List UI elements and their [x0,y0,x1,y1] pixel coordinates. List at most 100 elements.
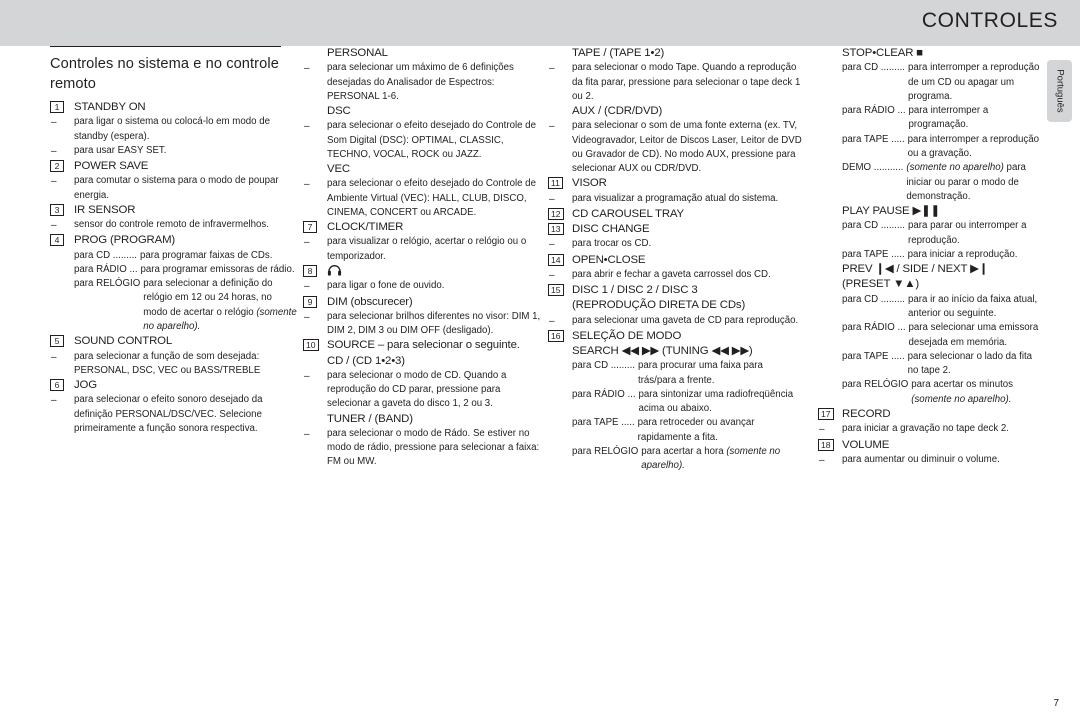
bullet-dash-marker: – [303,310,327,325]
item-heading: VEC [327,163,350,176]
item-heading: OPEN•CLOSE [572,253,646,266]
manual-item: 9 DIM (obscurecer) – para selecionar brilho… [303,295,541,339]
definition-row: para RELÓGIO para acertar os minutos (som… [842,378,1043,407]
definition-term: DEMO ........... [842,162,904,174]
item-number-box: 3 [50,203,64,216]
definition-description: para procurar uma faixa para trás/para a… [638,360,763,386]
item-heading-row: TAPE / (TAPE 1•2) [548,46,803,61]
item-heading-body: IR SENSOR [74,203,298,218]
item-bullet-row: – para selecionar um máximo de 6 definiçõ… [303,61,541,104]
item-heading: PLAY PAUSE ▶❚❚ [842,205,940,218]
bullet-text: para comutar o sistema para o modo de po… [74,175,279,201]
item-heading-body: STANDBY ON [74,100,298,115]
bullet-dash-marker: – [548,314,572,329]
bullet-text: para selecionar o modo de CD. Quando a r… [327,369,507,410]
manual-item: PLAY PAUSE ▶❚❚ para CD ......... para para… [818,204,1043,262]
item-heading-body: DSC [327,104,541,119]
item-bullet-row: – para selecionar o efeito desejado do Co… [303,119,541,162]
item-heading-row: 11 VISOR [548,176,803,191]
item-heading: PERSONAL [327,47,388,59]
item-bullet-row: – para ligar o sistema ou colocá-lo em mo… [50,115,298,144]
item-heading-row: 13 DISC CHANGE [548,222,803,237]
definition-term: para RELÓGIO [572,446,639,458]
definition-description: para parar ou interromper a reprodução. [908,220,1027,246]
dash-icon: – [819,424,825,436]
item-heading: SELEÇÃO DE MODO [572,329,682,342]
manual-item: 15 DISC 1 / DISC 2 / DISC 3 (REPRODUÇÃO DI… [548,283,803,329]
item-number-box: 14 [548,253,564,266]
definition-description: para selecionar a definição do relógio e… [143,278,297,333]
item-heading-row: VEC [303,162,541,177]
bullet-dash-marker: – [548,119,572,134]
definition-description: para interromper a reprodução de um CD o… [908,62,1040,102]
column-3-items: TAPE / (TAPE 1•2) – para selecionar o modo… [548,46,803,474]
definition-description: para sintonizar uma radiofreqüência acim… [638,388,794,415]
item-marker: 14 [548,253,572,266]
bullet-dash-marker: – [303,177,327,192]
dash-icon: – [51,176,57,188]
item-heading-body: JOG [74,378,298,393]
bullet-dash-marker: – [303,279,327,294]
definition-description: para programar faixas de CDs. [140,249,273,261]
item-heading-body: STOP•CLEAR ■ [842,46,1043,61]
item-marker-empty [818,262,842,263]
item-heading-secondary: SEARCH ◀◀ ▶▶ (TUNING ◀◀ ▶▶) [572,345,753,358]
definition-term: para CD ......... [74,249,137,261]
item-number-box: 17 [818,408,834,421]
page-number: 7 [1053,698,1059,709]
item-heading-body: SELEÇÃO DE MODO SEARCH ◀◀ ▶▶ (TUNING ◀◀ ▶… [572,329,803,359]
item-number-box: 6 [50,379,64,392]
bullet-text: para usar EASY SET. [74,144,167,156]
bullet-text: para abrir e fechar a gaveta carrossel d… [572,268,771,280]
item-number-box: 1 [50,101,64,113]
bullet-dash-marker: – [50,174,74,189]
manual-item: 17 RECORD – para iniciar a gravação no tape… [818,407,1043,438]
note-italic: (somente no aparelho) [906,162,1004,174]
item-bullet-row: – para selecionar o modo de CD. Quando a … [303,369,541,412]
manual-item: PERSONAL – para selecionar um máximo de 6 … [303,46,541,104]
item-bullet-row: – para abrir e fechar a gaveta carrossel … [548,268,803,283]
item-number-box: 12 [548,207,564,220]
item-heading: STANDBY ON [74,101,146,113]
definition-term: para TAPE ..... [842,248,905,260]
item-marker: 13 [548,222,572,236]
item-heading-body: PERSONAL [327,46,541,61]
bullet-dash-marker: – [548,237,572,252]
item-number-box: 11 [548,177,563,190]
subsection-heading: CD / (CD 1•2•3) [327,354,405,367]
bullet-text: para selecionar um máximo de 6 definiçõe… [327,62,514,102]
manual-item: 14 OPEN•CLOSE – para abrir e fechar a gavet… [548,253,803,284]
item-heading-body: SOURCE – para selecionar o seguinte. [327,338,541,353]
column-4-items: STOP•CLEAR ■ para CD ......... para interr… [818,46,1043,468]
item-heading-row: 18 VOLUME [818,438,1043,453]
item-marker-empty [303,162,327,163]
bullet-text: para trocar os CD. [572,238,652,250]
bullet-dash-marker: – [303,369,327,384]
definition-row: para RÁDIO ... para programar emissoras d… [74,263,298,277]
manual-item: PREV ❙◀ / SIDE / NEXT ▶❙ (PRESET ▼▲) para … [818,262,1043,407]
definition-description: para programar emissoras de rádio. [140,263,295,275]
definition-description: para interromper a programação. [908,105,989,131]
bullet-dash-marker: – [818,453,842,468]
definition-term: para TAPE ..... [842,133,905,145]
bullet-text: para selecionar o efeito sonoro desejado… [74,394,263,434]
item-heading-body: TAPE / (TAPE 1•2) [572,46,803,61]
definition-description: para retroceder ou avançar rapidamente a… [637,417,755,443]
item-heading-body: DISC 1 / DISC 2 / DISC 3 (REPRODUÇÃO DIRE… [572,283,803,313]
dash-icon: – [51,351,57,363]
manual-item: DSC – para selecionar o efeito desejado do… [303,104,541,162]
dash-icon: – [51,395,57,407]
bullet-dash-marker: – [50,115,74,130]
item-bullet-row: – para selecionar o efeito sonoro desejad… [50,393,298,436]
definition-row: para CD ......... para interromper a repr… [842,61,1043,104]
bullet-text: para visualizar o relógio, acertar o rel… [327,236,527,262]
definition-row: para RÁDIO ... para interromper a program… [842,104,1043,133]
item-heading-body: PLAY PAUSE ▶❚❚ [842,204,1043,219]
item-bullet-row: – para selecionar o som de uma fonte exte… [548,119,803,176]
item-heading: TAPE / (TAPE 1•2) [572,47,665,59]
item-heading-body: PROG (PROGRAM) [74,233,298,248]
content-columns: Controles no sistema e no controle remot… [0,46,1080,718]
item-marker: 2 [50,159,74,173]
item-heading-row: 5 SOUND CONTROL [50,334,298,349]
item-number-box: 10 [303,339,319,352]
